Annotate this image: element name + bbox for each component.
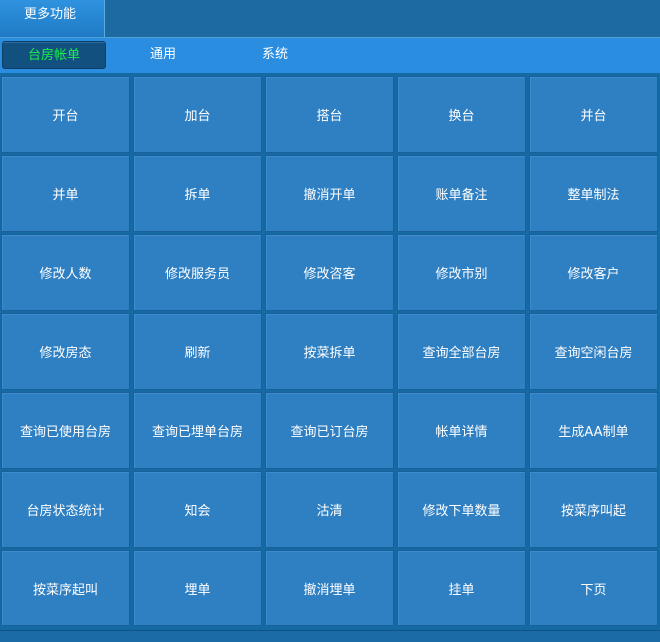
modify-order-quantity-button[interactable]: 修改下单数量 (397, 471, 526, 548)
bill-details-button[interactable]: 帐单详情 (397, 392, 526, 469)
sold-out-button[interactable]: 沽清 (265, 471, 394, 548)
query-reserved-rooms-button[interactable]: 查询已订台房 (265, 392, 394, 469)
notify-button[interactable]: 知会 (133, 471, 262, 548)
split-by-dish-button[interactable]: 按菜拆单 (265, 313, 394, 390)
modify-customer-button[interactable]: 修改客户 (529, 234, 658, 311)
share-table-button[interactable]: 搭台 (265, 76, 394, 153)
modify-room-status-button[interactable]: 修改房态 (1, 313, 130, 390)
open-table-button[interactable]: 开台 (1, 76, 130, 153)
add-table-button[interactable]: 加台 (133, 76, 262, 153)
tab-strip: 台房帐单 通用 系统 (0, 38, 660, 73)
generate-aa-bill-button[interactable]: 生成AA制单 (529, 392, 658, 469)
modify-waiter-button[interactable]: 修改服务员 (133, 234, 262, 311)
query-all-rooms-button[interactable]: 查询全部台房 (397, 313, 526, 390)
change-table-button[interactable]: 换台 (397, 76, 526, 153)
modify-guest-count-button[interactable]: 修改人数 (1, 234, 130, 311)
pay-bill-button[interactable]: 埋单 (133, 550, 262, 626)
refresh-button[interactable]: 刷新 (133, 313, 262, 390)
bottom-strip (0, 630, 660, 642)
tab-system[interactable]: 系统 (240, 41, 310, 69)
hang-bill-button[interactable]: 挂单 (397, 550, 526, 626)
bill-note-button[interactable]: 账单备注 (397, 155, 526, 232)
next-page-button[interactable]: 下页 (529, 550, 658, 626)
merge-table-button[interactable]: 并台 (529, 76, 658, 153)
cancel-pay-bill-button[interactable]: 撤消埋单 (265, 550, 394, 626)
whole-bill-method-button[interactable]: 整单制法 (529, 155, 658, 232)
query-used-rooms-button[interactable]: 查询已使用台房 (1, 392, 130, 469)
merge-bill-button[interactable]: 并单 (1, 155, 130, 232)
modify-market-button[interactable]: 修改市别 (397, 234, 526, 311)
cancel-open-bill-button[interactable]: 撤消开单 (265, 155, 394, 232)
more-functions-title-tab[interactable]: 更多功能 (0, 0, 105, 37)
more-functions-window: 更多功能 台房帐单 通用 系统 开台 加台 搭台 换台 并台 并单 拆单 撤消开… (0, 0, 660, 642)
tab-table-bill[interactable]: 台房帐单 (2, 41, 106, 69)
tab-general[interactable]: 通用 (128, 41, 198, 69)
call-by-dish-order-button[interactable]: 按菜序叫起 (529, 471, 658, 548)
title-bar: 更多功能 (0, 0, 660, 38)
split-bill-button[interactable]: 拆单 (133, 155, 262, 232)
modify-greeter-button[interactable]: 修改咨客 (265, 234, 394, 311)
query-free-rooms-button[interactable]: 查询空闲台房 (529, 313, 658, 390)
room-status-stats-button[interactable]: 台房状态统计 (1, 471, 130, 548)
start-by-dish-order-button[interactable]: 按菜序起叫 (1, 550, 130, 626)
function-button-grid: 开台 加台 搭台 换台 并台 并单 拆单 撤消开单 账单备注 整单制法 修改人数… (0, 76, 660, 628)
query-paid-rooms-button[interactable]: 查询已埋单台房 (133, 392, 262, 469)
